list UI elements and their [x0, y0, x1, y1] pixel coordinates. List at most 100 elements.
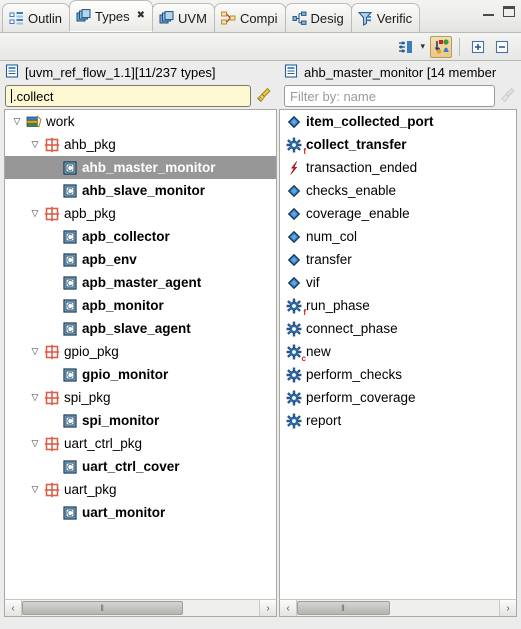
- tree-item-spi_pkg[interactable]: ▽ spi_pkg: [5, 386, 276, 409]
- member-item-num_col[interactable]: num_col: [280, 225, 516, 248]
- svg-text:C: C: [67, 325, 73, 334]
- chevron-down-icon[interactable]: ▽: [9, 117, 25, 126]
- chevron-down-icon[interactable]: ▽: [27, 393, 43, 402]
- member-item-new[interactable]: c new: [280, 340, 516, 363]
- members-filter-input[interactable]: Filter by: name: [284, 85, 495, 107]
- tab-outlin[interactable]: Outlin: [2, 3, 70, 32]
- panel-split: [uvm_ref_flow_1.1][11/237 types] .collec…: [0, 61, 521, 629]
- tab-desig[interactable]: Desig: [284, 3, 352, 32]
- tree-item-gpio_pkg[interactable]: ▽ gpio_pkg: [5, 340, 276, 363]
- tree-item-apb_monitor[interactable]: Capb_monitor: [5, 294, 276, 317]
- tab-types[interactable]: Types ✖: [68, 0, 154, 32]
- expand-all-button[interactable]: [467, 36, 489, 58]
- members-list-hscrollbar[interactable]: ‹ ‖ ›: [279, 599, 517, 617]
- member-item-item_collected_port[interactable]: item_collected_port: [280, 110, 516, 133]
- window-controls: [483, 6, 515, 17]
- member-item-vif[interactable]: vif: [280, 271, 516, 294]
- tree-item-apb_pkg[interactable]: ▽ apb_pkg: [5, 202, 276, 225]
- types-panel-title: [uvm_ref_flow_1.1][11/237 types]: [0, 61, 277, 83]
- member-item-report[interactable]: report: [280, 409, 516, 432]
- tree-item-label: apb_monitor: [82, 298, 164, 313]
- members-panel-title-text: ahb_master_monitor [14 member: [304, 64, 497, 80]
- tab-verific[interactable]: Verific: [350, 3, 421, 32]
- package-icon: [43, 481, 61, 499]
- sort-filter-button[interactable]: [395, 36, 417, 58]
- types-tree[interactable]: ▽ work ▽ ahb_pkg Cahb_master_monitor Cahb_sla…: [4, 109, 277, 599]
- tree-item-label: work: [46, 114, 75, 129]
- members-list[interactable]: item_collected_port f collect_transfer tran…: [279, 109, 517, 599]
- types-filter-value: .collect: [13, 88, 54, 104]
- tree-item-uart_ctrl_cover[interactable]: Cuart_ctrl_cover: [5, 455, 276, 478]
- types-scroll-thumb[interactable]: ‖: [22, 601, 184, 615]
- tree-item-gpio_monitor[interactable]: Cgpio_monitor: [5, 363, 276, 386]
- tree-item-label: ahb_pkg: [64, 137, 116, 152]
- tree-item-apb_slave_agent[interactable]: Capb_slave_agent: [5, 317, 276, 340]
- clear-filter-icon[interactable]: [499, 86, 517, 107]
- types-tree-hscrollbar[interactable]: ‹ ‖ ›: [4, 599, 277, 617]
- member-item-run_phase[interactable]: f run_phase: [280, 294, 516, 317]
- tree-item-label: uart_pkg: [64, 482, 117, 497]
- scroll-left-icon[interactable]: ‹: [280, 600, 297, 616]
- member-item-perform_coverage[interactable]: perform_coverage: [280, 386, 516, 409]
- collapse-all-button[interactable]: [491, 36, 513, 58]
- tree-item-label: ahb_slave_monitor: [82, 183, 206, 198]
- class-icon: C: [61, 159, 79, 177]
- tree-item-apb_master_agent[interactable]: Capb_master_agent: [5, 271, 276, 294]
- member-item-connect_phase[interactable]: connect_phase: [280, 317, 516, 340]
- scroll-right-icon[interactable]: ›: [499, 600, 516, 616]
- tab-label: Outlin: [28, 10, 62, 26]
- scroll-left-icon[interactable]: ‹: [5, 600, 22, 616]
- tree-item-work[interactable]: ▽ work: [5, 110, 276, 133]
- member-item-label: coverage_enable: [306, 206, 410, 221]
- tree-item-uart_monitor[interactable]: Cuart_monitor: [5, 501, 276, 524]
- types-filter-row: .collect: [0, 83, 277, 109]
- minimize-icon[interactable]: [483, 7, 494, 16]
- close-icon[interactable]: ✖: [137, 11, 145, 21]
- outline-icon: [9, 11, 24, 26]
- member-item-transfer[interactable]: transfer: [280, 248, 516, 271]
- tree-item-label: apb_slave_agent: [82, 321, 191, 336]
- tab-uvm[interactable]: UVM: [152, 3, 215, 32]
- member-item-perform_checks[interactable]: perform_checks: [280, 363, 516, 386]
- view-tab-bar: Outlin Types ✖ UVM Compi Desig Verific: [0, 0, 521, 33]
- tree-item-ahb_slave_monitor[interactable]: Cahb_slave_monitor: [5, 179, 276, 202]
- tree-item-spi_monitor[interactable]: Cspi_monitor: [5, 409, 276, 432]
- chevron-down-icon[interactable]: ▾: [420, 41, 425, 52]
- tab-compi[interactable]: Compi: [213, 3, 286, 32]
- types-filter-input[interactable]: .collect: [5, 85, 251, 107]
- member-item-collect_transfer[interactable]: f collect_transfer: [280, 133, 516, 156]
- member-item-coverage_enable[interactable]: coverage_enable: [280, 202, 516, 225]
- tree-item-apb_collector[interactable]: Capb_collector: [5, 225, 276, 248]
- members-scroll-track[interactable]: ‖: [297, 600, 499, 616]
- chevron-down-icon[interactable]: ▽: [27, 485, 43, 494]
- tree-item-ahb_pkg[interactable]: ▽ ahb_pkg: [5, 133, 276, 156]
- tree-item-label: apb_master_agent: [82, 275, 202, 290]
- tree-item-label: ahb_master_monitor: [82, 160, 216, 175]
- types-panel: [uvm_ref_flow_1.1][11/237 types] .collec…: [0, 61, 277, 629]
- svg-text:C: C: [67, 256, 73, 265]
- maximize-icon[interactable]: [503, 6, 515, 17]
- svg-text:C: C: [67, 463, 73, 472]
- scroll-right-icon[interactable]: ›: [259, 600, 276, 616]
- member-item-transaction_ended[interactable]: transaction_ended: [280, 156, 516, 179]
- tree-item-label: apb_pkg: [64, 206, 116, 221]
- member-item-checks_enable[interactable]: checks_enable: [280, 179, 516, 202]
- class-icon: C: [61, 251, 79, 269]
- chevron-down-icon[interactable]: ▽: [27, 140, 43, 149]
- tree-item-label: apb_collector: [82, 229, 170, 244]
- members-scroll-thumb[interactable]: ‖: [297, 601, 390, 615]
- class-icon: C: [61, 182, 79, 200]
- clear-filter-icon[interactable]: [255, 86, 273, 107]
- tree-item-uart_pkg[interactable]: ▽ uart_pkg: [5, 478, 276, 501]
- method-icon: [285, 297, 303, 315]
- chevron-down-icon[interactable]: ▽: [27, 347, 43, 356]
- show-members-button[interactable]: [430, 35, 452, 58]
- chevron-down-icon[interactable]: ▽: [27, 209, 43, 218]
- left-footer-gap: [0, 617, 277, 629]
- chevron-down-icon[interactable]: ▽: [27, 439, 43, 448]
- variable-icon: [285, 205, 303, 223]
- types-scroll-track[interactable]: ‖: [22, 600, 259, 616]
- tree-item-apb_env[interactable]: Capb_env: [5, 248, 276, 271]
- tree-item-ahb_master_monitor[interactable]: Cahb_master_monitor: [5, 156, 276, 179]
- tree-item-uart_ctrl_pkg[interactable]: ▽ uart_ctrl_pkg: [5, 432, 276, 455]
